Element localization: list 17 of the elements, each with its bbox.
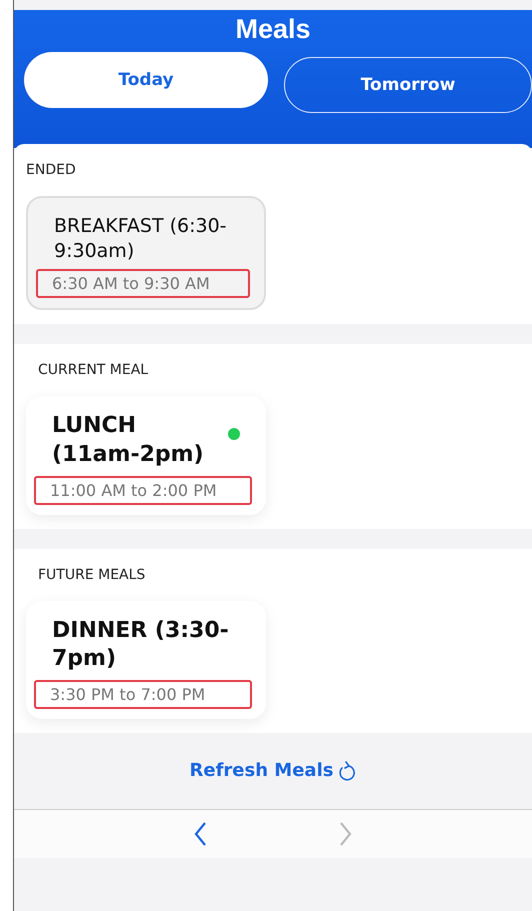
screen-title: Meals (235, 14, 311, 45)
section-heading: ENDED (26, 162, 77, 178)
section-heading: CURRENT MEAL (38, 362, 150, 378)
day-tab[interactable]: Today (24, 52, 268, 108)
day-tab[interactable]: Tomorrow (284, 57, 532, 113)
refresh-meals-button[interactable]: Refresh Meals (190, 760, 356, 782)
meal-time: 11:00 AM to 2:00 PM (34, 476, 252, 505)
section-heading: FUTURE MEALS (38, 566, 146, 583)
meal-card[interactable]: DINNER (3:30-7pm) 3:30 PM to 7:00 PM (26, 600, 266, 719)
meal-name: LUNCH (11am-2pm) (52, 412, 205, 469)
meal-time: 6:30 AM to 9:30 AM (36, 269, 250, 298)
meal-time: 3:30 PM to 7:00 PM (34, 680, 252, 709)
meal-name: DINNER (3:30-7pm) (52, 616, 230, 674)
back-button[interactable] (193, 820, 208, 847)
meal-card[interactable]: LUNCH (11am-2pm) 11:00 AM to 2:00 PM (26, 396, 266, 515)
meal-card[interactable]: BREAKFAST (6:30-9:30am) 6:30 AM to 9:30 AM (26, 196, 266, 310)
meal-name: BREAKFAST (6:30-9:30am) (54, 214, 228, 264)
